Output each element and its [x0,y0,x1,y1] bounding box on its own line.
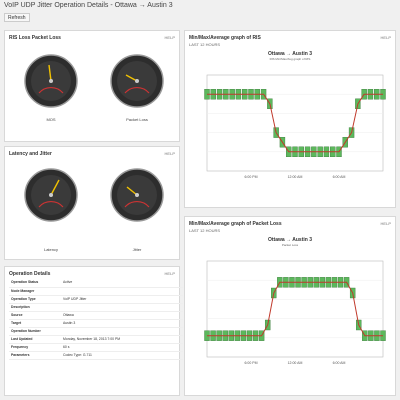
details-row: Operation Status Active [9,279,183,288]
details-value [61,327,183,336]
details-value: Ottawa [61,311,183,320]
panel-title: Min/Max/Average graph of Packet Loss [189,221,282,227]
details-table: Operation Status Active Node Manager Operat… [9,279,183,360]
chart-header: Ottawa → Austin 3 Packet Loss [185,237,395,247]
chart-meta: RIS Min/Max/Avg graph of RIS [269,57,311,61]
details-key: Last Updated [9,335,61,344]
details-row: Last Updated Monday, November 18, 2013 7:… [9,335,183,344]
x-tick-label: 6:00 PM [244,361,257,365]
chart-top-plot: 6:00 PM 12:00 AM 6:00 AM [204,74,386,179]
page-title: VoIP UDP Jitter Operation Details - Otta… [4,2,173,9]
details-row: Description [9,303,183,312]
x-tick-label: 12:00 AM [288,361,303,365]
help-link[interactable]: HELP [165,35,175,40]
details-row: Frequency 60 s [9,343,183,352]
chart-bottom-panel: Min/Max/Average graph of Packet Loss HEL… [184,216,396,396]
panel-title: RIS Loss Packet Loss [9,35,61,41]
details-row: Target Austin 3 [9,319,183,328]
chart-bottom-plot: 6:00 PM 12:00 AM 6:00 AM [204,260,386,365]
details-row: Parameters Codec Type: G.711 [9,351,183,360]
details-value: Active [61,279,183,288]
x-tick-label: 6:00 AM [333,175,346,179]
details-key: Operation Number [9,327,61,336]
gauge-packet-loss [110,54,164,108]
panel-title: Min/Max/Average graph of RIS [189,35,261,41]
details-value: Monday, November 18, 2013 7:00 PM [61,335,183,344]
details-key: Frequency [9,343,61,352]
x-tick-label: 6:00 PM [244,175,257,179]
chart-header: Ottawa → Austin 3 RIS Min/Max/Avg graph … [185,51,395,61]
details-value: Codec Type: G.711 [61,351,183,360]
details-value: VoIP UDP Jitter [61,295,183,304]
details-key: Operation Status [9,279,61,288]
gauge-latency [24,168,78,222]
details-row: Operation Type VoIP UDP Jitter [9,295,183,304]
x-tick-label: 6:00 AM [333,361,346,365]
chart-top-panel: Min/Max/Average graph of RIS HELP LAST 1… [184,30,396,208]
details-key: Node Manager [9,287,61,296]
help-link[interactable]: HELP [165,271,175,276]
gauge-label: Packet Loss [126,117,148,122]
details-value [61,287,183,296]
help-link[interactable]: HELP [381,221,391,226]
gauge-mos [24,54,78,108]
page: VoIP UDP Jitter Operation Details - Otta… [0,0,400,400]
x-tick-label: 12:00 AM [288,175,303,179]
details-row: Node Manager [9,287,183,296]
gauge-label: Latency [43,247,58,252]
refresh-button[interactable]: Refresh [4,13,30,22]
time-range-label: LAST 12 HOURS [189,42,221,47]
time-range-label: LAST 12 HOURS [189,228,221,233]
help-link[interactable]: HELP [381,35,391,40]
details-key: Parameters [9,351,61,360]
details-value: 60 s [61,343,183,352]
gauge-label: Jitter [132,247,142,252]
panel-title: Operation Details [9,271,51,277]
details-value [61,303,183,312]
details-row: Source Ottawa [9,311,183,320]
plot-area [206,260,384,358]
gauge-label: MOS [46,117,56,122]
help-link[interactable]: HELP [165,151,175,156]
gauges-top-panel: RIS Loss Packet Loss HELP MOS Packet Los… [4,30,180,142]
gauge-jitter [110,168,164,222]
gauges-bottom-panel: Latency and Jitter HELP Latency Jitter [4,146,180,260]
operation-details-panel: Operation Details HELP Operation Status A… [4,266,183,396]
details-key: Target [9,319,61,328]
panel-title: Latency and Jitter [9,151,52,157]
details-key: Description [9,303,61,312]
details-value: Austin 3 [61,319,183,328]
details-row: Operation Number [9,327,183,336]
details-key: Source [9,311,61,320]
details-key: Operation Type [9,295,61,304]
chart-meta: Packet Loss [281,243,299,247]
